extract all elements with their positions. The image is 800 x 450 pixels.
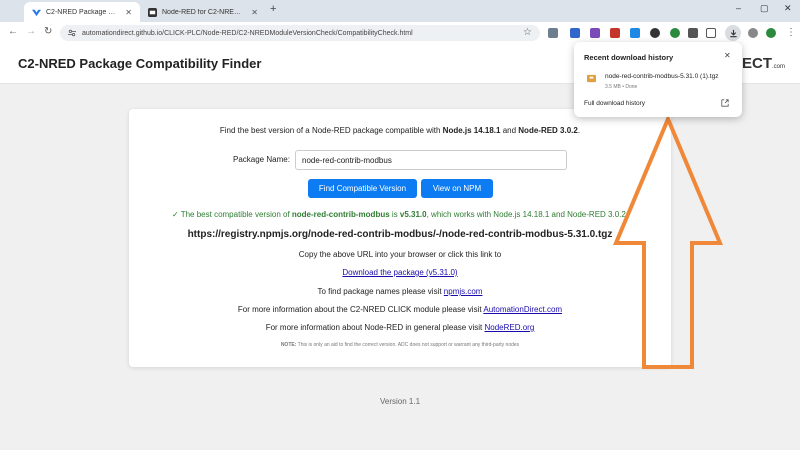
extension-icon[interactable] [590,28,600,38]
archive-file-icon [587,74,596,83]
full-download-history-link[interactable]: Full download history [584,100,645,107]
address-bar[interactable]: automationdirect.github.io/CLICK-PLC/Nod… [60,25,540,41]
orange-arrow-annotation [612,115,724,369]
download-file-status: 3.5 MB • Done [605,84,638,90]
nodered-info-line: For more information about Node-RED in g… [265,323,535,332]
profile-avatar[interactable] [748,28,758,38]
site-info-icon[interactable] [68,29,76,37]
close-window-button[interactable]: ✕ [784,3,792,14]
package-url: https://registry.npmjs.org/node-red-cont… [187,229,613,240]
version-label: Version 1.1 [379,397,421,406]
profile-avatar[interactable] [766,28,776,38]
url-text: automationdirect.github.io/CLICK-PLC/Nod… [82,29,413,37]
maximize-button[interactable]: ▢ [760,3,769,14]
tab-title: C2-NRED Package Compatibilit [46,8,119,16]
download-history-popup: Recent download history ✕ node-red-contr… [574,42,742,117]
tab-title: Node-RED for C2-NRED : 192.1 [162,8,245,16]
disclaimer-note: NOTE: This is only an aid to find the co… [280,342,520,348]
tab-node-red[interactable]: Node-RED for C2-NRED : 192.1 ✕ [140,2,266,22]
tab-strip: C2-NRED Package Compatibilit ✕ Node-RED … [0,0,800,22]
minimize-button[interactable]: – [736,3,741,13]
download-file-name[interactable]: node-red-contrib-modbus-5.31.0 (1).tgz [605,73,718,80]
tab-compatibility-finder[interactable]: C2-NRED Package Compatibilit ✕ [24,2,140,22]
open-external-icon[interactable] [721,99,729,107]
bookmark-star-icon[interactable]: ☆ [523,27,532,38]
download-icon [729,29,737,37]
extension-icon[interactable] [548,28,558,38]
node-red-favicon-icon [148,7,157,17]
nodered-link[interactable]: NodeRED.org [484,323,534,332]
result-message: ✓ The best compatible version of node-re… [171,210,629,219]
download-history-title: Recent download history [584,53,674,62]
automationdirect-logo[interactable]: ECT.com [742,55,785,72]
extension-icon[interactable] [630,28,640,38]
automationdirect-favicon-icon [32,9,41,16]
package-name-input[interactable] [295,150,567,170]
extension-icon[interactable] [670,28,680,38]
automationdirect-link[interactable]: AutomationDirect.com [483,305,562,314]
page-title: C2-NRED Package Compatibility Finder [18,56,262,71]
npm-info-line: To find package names please visit npmjs… [317,287,483,296]
npmjs-link[interactable]: npmjs.com [444,287,483,296]
download-package-link[interactable]: Download the package (v5.31.0) [342,268,457,277]
menu-kebab-icon[interactable]: ⋮ [786,27,796,38]
extensions-puzzle-icon[interactable] [706,28,716,38]
view-on-npm-button[interactable]: View on NPM [421,179,493,198]
copy-instructions: Copy the above URL into your browser or … [298,250,502,259]
reload-button[interactable]: ↻ [44,26,52,37]
extension-icon[interactable] [570,28,580,38]
browser-toolbar: ← → ↻ automationdirect.github.io/CLICK-P… [0,22,800,44]
downloads-button[interactable] [725,25,741,41]
click-info-line: For more information about the C2-NRED C… [237,305,563,314]
forward-button[interactable]: → [26,26,36,37]
intro-text: Find the best version of a Node-RED pack… [219,126,581,135]
download-link-line: Download the package (v5.31.0) [129,268,671,277]
extension-icon[interactable] [610,28,620,38]
extension-icon[interactable] [688,28,698,38]
back-button[interactable]: ← [8,26,18,37]
new-tab-button[interactable]: + [270,3,276,15]
compatibility-card: Find the best version of a Node-RED pack… [129,109,671,367]
tab-close-icon[interactable]: ✕ [251,8,258,17]
package-name-label: Package Name: [233,155,290,164]
find-compatible-version-button[interactable]: Find Compatible Version [308,179,417,198]
tab-close-icon[interactable]: ✕ [125,8,132,17]
close-icon[interactable]: ✕ [724,51,731,60]
check-icon: ✓ [171,210,179,219]
extension-icon[interactable] [650,28,660,38]
